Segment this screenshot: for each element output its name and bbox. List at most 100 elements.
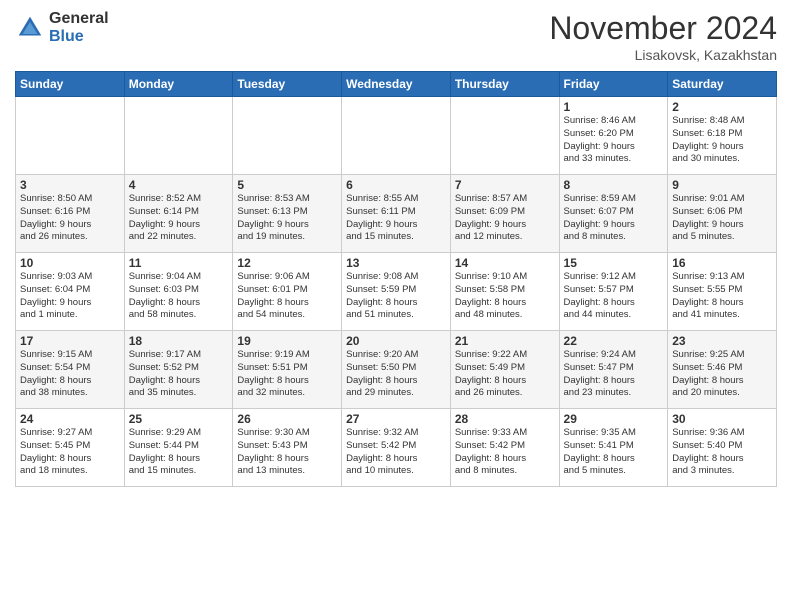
logo-general-text: General bbox=[49, 10, 109, 28]
day-number: 11 bbox=[129, 256, 229, 270]
day-info: Sunrise: 9:35 AM Sunset: 5:41 PM Dayligh… bbox=[564, 427, 664, 478]
calendar-cell: 4Sunrise: 8:52 AM Sunset: 6:14 PM Daylig… bbox=[124, 175, 233, 253]
day-info: Sunrise: 9:22 AM Sunset: 5:49 PM Dayligh… bbox=[455, 349, 555, 400]
calendar-cell: 19Sunrise: 9:19 AM Sunset: 5:51 PM Dayli… bbox=[233, 331, 342, 409]
location: Lisakovsk, Kazakhstan bbox=[549, 47, 777, 63]
day-info: Sunrise: 9:36 AM Sunset: 5:40 PM Dayligh… bbox=[672, 427, 772, 478]
calendar-cell: 10Sunrise: 9:03 AM Sunset: 6:04 PM Dayli… bbox=[16, 253, 125, 331]
day-info: Sunrise: 8:50 AM Sunset: 6:16 PM Dayligh… bbox=[20, 193, 120, 244]
day-info: Sunrise: 9:13 AM Sunset: 5:55 PM Dayligh… bbox=[672, 271, 772, 322]
day-number: 29 bbox=[564, 412, 664, 426]
title-section: November 2024 Lisakovsk, Kazakhstan bbox=[549, 10, 777, 63]
calendar-cell: 24Sunrise: 9:27 AM Sunset: 5:45 PM Dayli… bbox=[16, 409, 125, 487]
header: General Blue November 2024 Lisakovsk, Ka… bbox=[15, 10, 777, 63]
day-number: 27 bbox=[346, 412, 446, 426]
logo-text: General Blue bbox=[49, 10, 109, 45]
weekday-header: Sunday bbox=[16, 72, 125, 97]
day-info: Sunrise: 8:53 AM Sunset: 6:13 PM Dayligh… bbox=[237, 193, 337, 244]
calendar-cell: 27Sunrise: 9:32 AM Sunset: 5:42 PM Dayli… bbox=[342, 409, 451, 487]
day-number: 9 bbox=[672, 178, 772, 192]
month-title: November 2024 bbox=[549, 10, 777, 47]
weekday-header: Monday bbox=[124, 72, 233, 97]
day-info: Sunrise: 9:12 AM Sunset: 5:57 PM Dayligh… bbox=[564, 271, 664, 322]
calendar-cell: 16Sunrise: 9:13 AM Sunset: 5:55 PM Dayli… bbox=[668, 253, 777, 331]
day-info: Sunrise: 8:57 AM Sunset: 6:09 PM Dayligh… bbox=[455, 193, 555, 244]
calendar-week-row: 3Sunrise: 8:50 AM Sunset: 6:16 PM Daylig… bbox=[16, 175, 777, 253]
day-number: 13 bbox=[346, 256, 446, 270]
calendar-cell bbox=[233, 97, 342, 175]
day-number: 7 bbox=[455, 178, 555, 192]
weekday-header: Tuesday bbox=[233, 72, 342, 97]
day-number: 22 bbox=[564, 334, 664, 348]
day-number: 25 bbox=[129, 412, 229, 426]
calendar-cell: 9Sunrise: 9:01 AM Sunset: 6:06 PM Daylig… bbox=[668, 175, 777, 253]
calendar-cell: 1Sunrise: 8:46 AM Sunset: 6:20 PM Daylig… bbox=[559, 97, 668, 175]
day-number: 30 bbox=[672, 412, 772, 426]
day-number: 19 bbox=[237, 334, 337, 348]
day-info: Sunrise: 9:15 AM Sunset: 5:54 PM Dayligh… bbox=[20, 349, 120, 400]
day-info: Sunrise: 8:55 AM Sunset: 6:11 PM Dayligh… bbox=[346, 193, 446, 244]
day-number: 2 bbox=[672, 100, 772, 114]
day-info: Sunrise: 9:29 AM Sunset: 5:44 PM Dayligh… bbox=[129, 427, 229, 478]
day-number: 4 bbox=[129, 178, 229, 192]
calendar-cell: 20Sunrise: 9:20 AM Sunset: 5:50 PM Dayli… bbox=[342, 331, 451, 409]
calendar-week-row: 10Sunrise: 9:03 AM Sunset: 6:04 PM Dayli… bbox=[16, 253, 777, 331]
logo: General Blue bbox=[15, 10, 109, 45]
logo-blue-text: Blue bbox=[49, 28, 109, 46]
day-info: Sunrise: 9:25 AM Sunset: 5:46 PM Dayligh… bbox=[672, 349, 772, 400]
day-number: 16 bbox=[672, 256, 772, 270]
calendar-cell: 26Sunrise: 9:30 AM Sunset: 5:43 PM Dayli… bbox=[233, 409, 342, 487]
calendar-cell: 17Sunrise: 9:15 AM Sunset: 5:54 PM Dayli… bbox=[16, 331, 125, 409]
calendar-cell: 7Sunrise: 8:57 AM Sunset: 6:09 PM Daylig… bbox=[450, 175, 559, 253]
weekday-header: Friday bbox=[559, 72, 668, 97]
day-info: Sunrise: 9:27 AM Sunset: 5:45 PM Dayligh… bbox=[20, 427, 120, 478]
calendar-cell: 6Sunrise: 8:55 AM Sunset: 6:11 PM Daylig… bbox=[342, 175, 451, 253]
calendar-cell: 2Sunrise: 8:48 AM Sunset: 6:18 PM Daylig… bbox=[668, 97, 777, 175]
day-number: 20 bbox=[346, 334, 446, 348]
day-info: Sunrise: 9:33 AM Sunset: 5:42 PM Dayligh… bbox=[455, 427, 555, 478]
day-number: 10 bbox=[20, 256, 120, 270]
day-info: Sunrise: 9:17 AM Sunset: 5:52 PM Dayligh… bbox=[129, 349, 229, 400]
calendar-cell: 25Sunrise: 9:29 AM Sunset: 5:44 PM Dayli… bbox=[124, 409, 233, 487]
day-number: 26 bbox=[237, 412, 337, 426]
calendar-cell bbox=[16, 97, 125, 175]
day-number: 12 bbox=[237, 256, 337, 270]
day-info: Sunrise: 9:30 AM Sunset: 5:43 PM Dayligh… bbox=[237, 427, 337, 478]
calendar-cell: 21Sunrise: 9:22 AM Sunset: 5:49 PM Dayli… bbox=[450, 331, 559, 409]
calendar-cell: 14Sunrise: 9:10 AM Sunset: 5:58 PM Dayli… bbox=[450, 253, 559, 331]
day-info: Sunrise: 9:08 AM Sunset: 5:59 PM Dayligh… bbox=[346, 271, 446, 322]
day-number: 18 bbox=[129, 334, 229, 348]
day-number: 8 bbox=[564, 178, 664, 192]
day-number: 24 bbox=[20, 412, 120, 426]
day-number: 21 bbox=[455, 334, 555, 348]
calendar: SundayMondayTuesdayWednesdayThursdayFrid… bbox=[15, 71, 777, 487]
day-info: Sunrise: 9:01 AM Sunset: 6:06 PM Dayligh… bbox=[672, 193, 772, 244]
day-number: 17 bbox=[20, 334, 120, 348]
day-number: 23 bbox=[672, 334, 772, 348]
day-info: Sunrise: 9:03 AM Sunset: 6:04 PM Dayligh… bbox=[20, 271, 120, 322]
calendar-cell: 18Sunrise: 9:17 AM Sunset: 5:52 PM Dayli… bbox=[124, 331, 233, 409]
day-info: Sunrise: 9:06 AM Sunset: 6:01 PM Dayligh… bbox=[237, 271, 337, 322]
calendar-cell: 8Sunrise: 8:59 AM Sunset: 6:07 PM Daylig… bbox=[559, 175, 668, 253]
day-info: Sunrise: 9:24 AM Sunset: 5:47 PM Dayligh… bbox=[564, 349, 664, 400]
day-number: 3 bbox=[20, 178, 120, 192]
calendar-cell: 23Sunrise: 9:25 AM Sunset: 5:46 PM Dayli… bbox=[668, 331, 777, 409]
calendar-cell: 22Sunrise: 9:24 AM Sunset: 5:47 PM Dayli… bbox=[559, 331, 668, 409]
calendar-cell bbox=[450, 97, 559, 175]
weekday-header: Thursday bbox=[450, 72, 559, 97]
calendar-cell: 12Sunrise: 9:06 AM Sunset: 6:01 PM Dayli… bbox=[233, 253, 342, 331]
calendar-cell: 3Sunrise: 8:50 AM Sunset: 6:16 PM Daylig… bbox=[16, 175, 125, 253]
calendar-cell bbox=[124, 97, 233, 175]
calendar-cell: 30Sunrise: 9:36 AM Sunset: 5:40 PM Dayli… bbox=[668, 409, 777, 487]
calendar-cell: 15Sunrise: 9:12 AM Sunset: 5:57 PM Dayli… bbox=[559, 253, 668, 331]
weekday-header: Saturday bbox=[668, 72, 777, 97]
day-number: 15 bbox=[564, 256, 664, 270]
day-info: Sunrise: 8:52 AM Sunset: 6:14 PM Dayligh… bbox=[129, 193, 229, 244]
day-number: 14 bbox=[455, 256, 555, 270]
calendar-week-row: 17Sunrise: 9:15 AM Sunset: 5:54 PM Dayli… bbox=[16, 331, 777, 409]
day-info: Sunrise: 9:04 AM Sunset: 6:03 PM Dayligh… bbox=[129, 271, 229, 322]
main-container: General Blue November 2024 Lisakovsk, Ka… bbox=[0, 0, 792, 492]
calendar-cell: 13Sunrise: 9:08 AM Sunset: 5:59 PM Dayli… bbox=[342, 253, 451, 331]
day-info: Sunrise: 9:32 AM Sunset: 5:42 PM Dayligh… bbox=[346, 427, 446, 478]
calendar-cell: 29Sunrise: 9:35 AM Sunset: 5:41 PM Dayli… bbox=[559, 409, 668, 487]
